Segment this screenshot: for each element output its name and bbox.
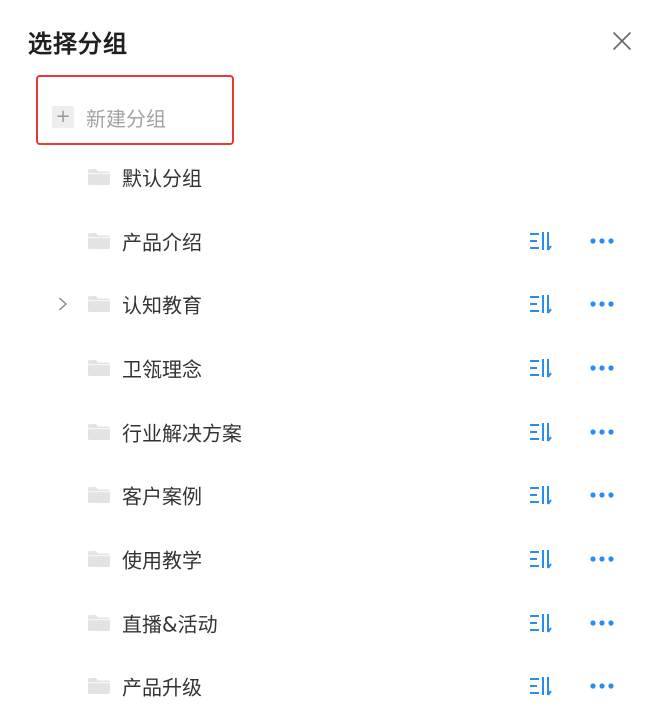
group-item[interactable]: 认知教育 [0, 272, 654, 336]
group-item[interactable]: 行业解决方案 [0, 400, 654, 464]
folder-icon [87, 677, 111, 695]
more-icon[interactable] [589, 427, 615, 437]
sort-icon[interactable] [528, 420, 552, 444]
sort-icon[interactable] [528, 292, 552, 316]
folder-icon [87, 550, 111, 568]
folder-icon [87, 232, 111, 250]
group-item[interactable]: 产品升级 [0, 655, 654, 719]
group-label: 客户案例 [122, 484, 202, 509]
sort-icon[interactable] [528, 483, 552, 507]
new-group-label: 新建分组 [86, 106, 166, 131]
sort-icon[interactable] [528, 229, 552, 253]
sort-icon[interactable] [528, 674, 552, 698]
group-list: 默认分组产品介绍认知教育卫瓴理念行业解决方案 客户案例使用教学直播&活动产品升级 [0, 145, 654, 718]
sort-icon[interactable] [528, 356, 552, 380]
group-item[interactable]: 使用教学 [0, 527, 654, 591]
group-item[interactable]: 直播&活动 [0, 591, 654, 655]
close-icon [613, 32, 631, 50]
close-button[interactable] [607, 26, 637, 56]
group-item[interactable]: 默认分组 [0, 145, 654, 209]
more-icon[interactable] [589, 299, 615, 309]
sort-icon[interactable] [528, 611, 552, 635]
group-item[interactable]: 卫瓴理念 [0, 336, 654, 400]
new-group-button[interactable]: + 新建分组 [52, 101, 166, 133]
group-label: 默认分组 [122, 166, 202, 191]
group-label: 产品介绍 [122, 230, 202, 255]
group-label: 卫瓴理念 [122, 357, 202, 382]
more-icon[interactable] [589, 363, 615, 373]
group-label: 认知教育 [122, 293, 202, 318]
folder-icon [87, 295, 111, 313]
group-label: 产品升级 [122, 675, 202, 700]
plus-icon: + [52, 106, 74, 128]
folder-icon [87, 359, 111, 377]
group-label: 使用教学 [122, 548, 202, 573]
more-icon[interactable] [589, 490, 615, 500]
more-icon[interactable] [589, 236, 615, 246]
chevron-right-icon[interactable] [56, 297, 70, 311]
group-item[interactable]: 客户案例 [0, 463, 654, 527]
more-icon[interactable] [589, 618, 615, 628]
sort-icon[interactable] [528, 547, 552, 571]
folder-icon [87, 486, 111, 504]
group-item[interactable]: 产品介绍 [0, 209, 654, 273]
group-label: 直播&活动 [122, 612, 218, 637]
more-icon[interactable] [589, 681, 615, 691]
dialog-title: 选择分组 [28, 30, 128, 58]
folder-icon [87, 614, 111, 632]
folder-icon [87, 168, 111, 186]
more-icon[interactable] [589, 554, 615, 564]
group-label: 行业解决方案 [122, 421, 242, 446]
folder-icon [87, 423, 111, 441]
